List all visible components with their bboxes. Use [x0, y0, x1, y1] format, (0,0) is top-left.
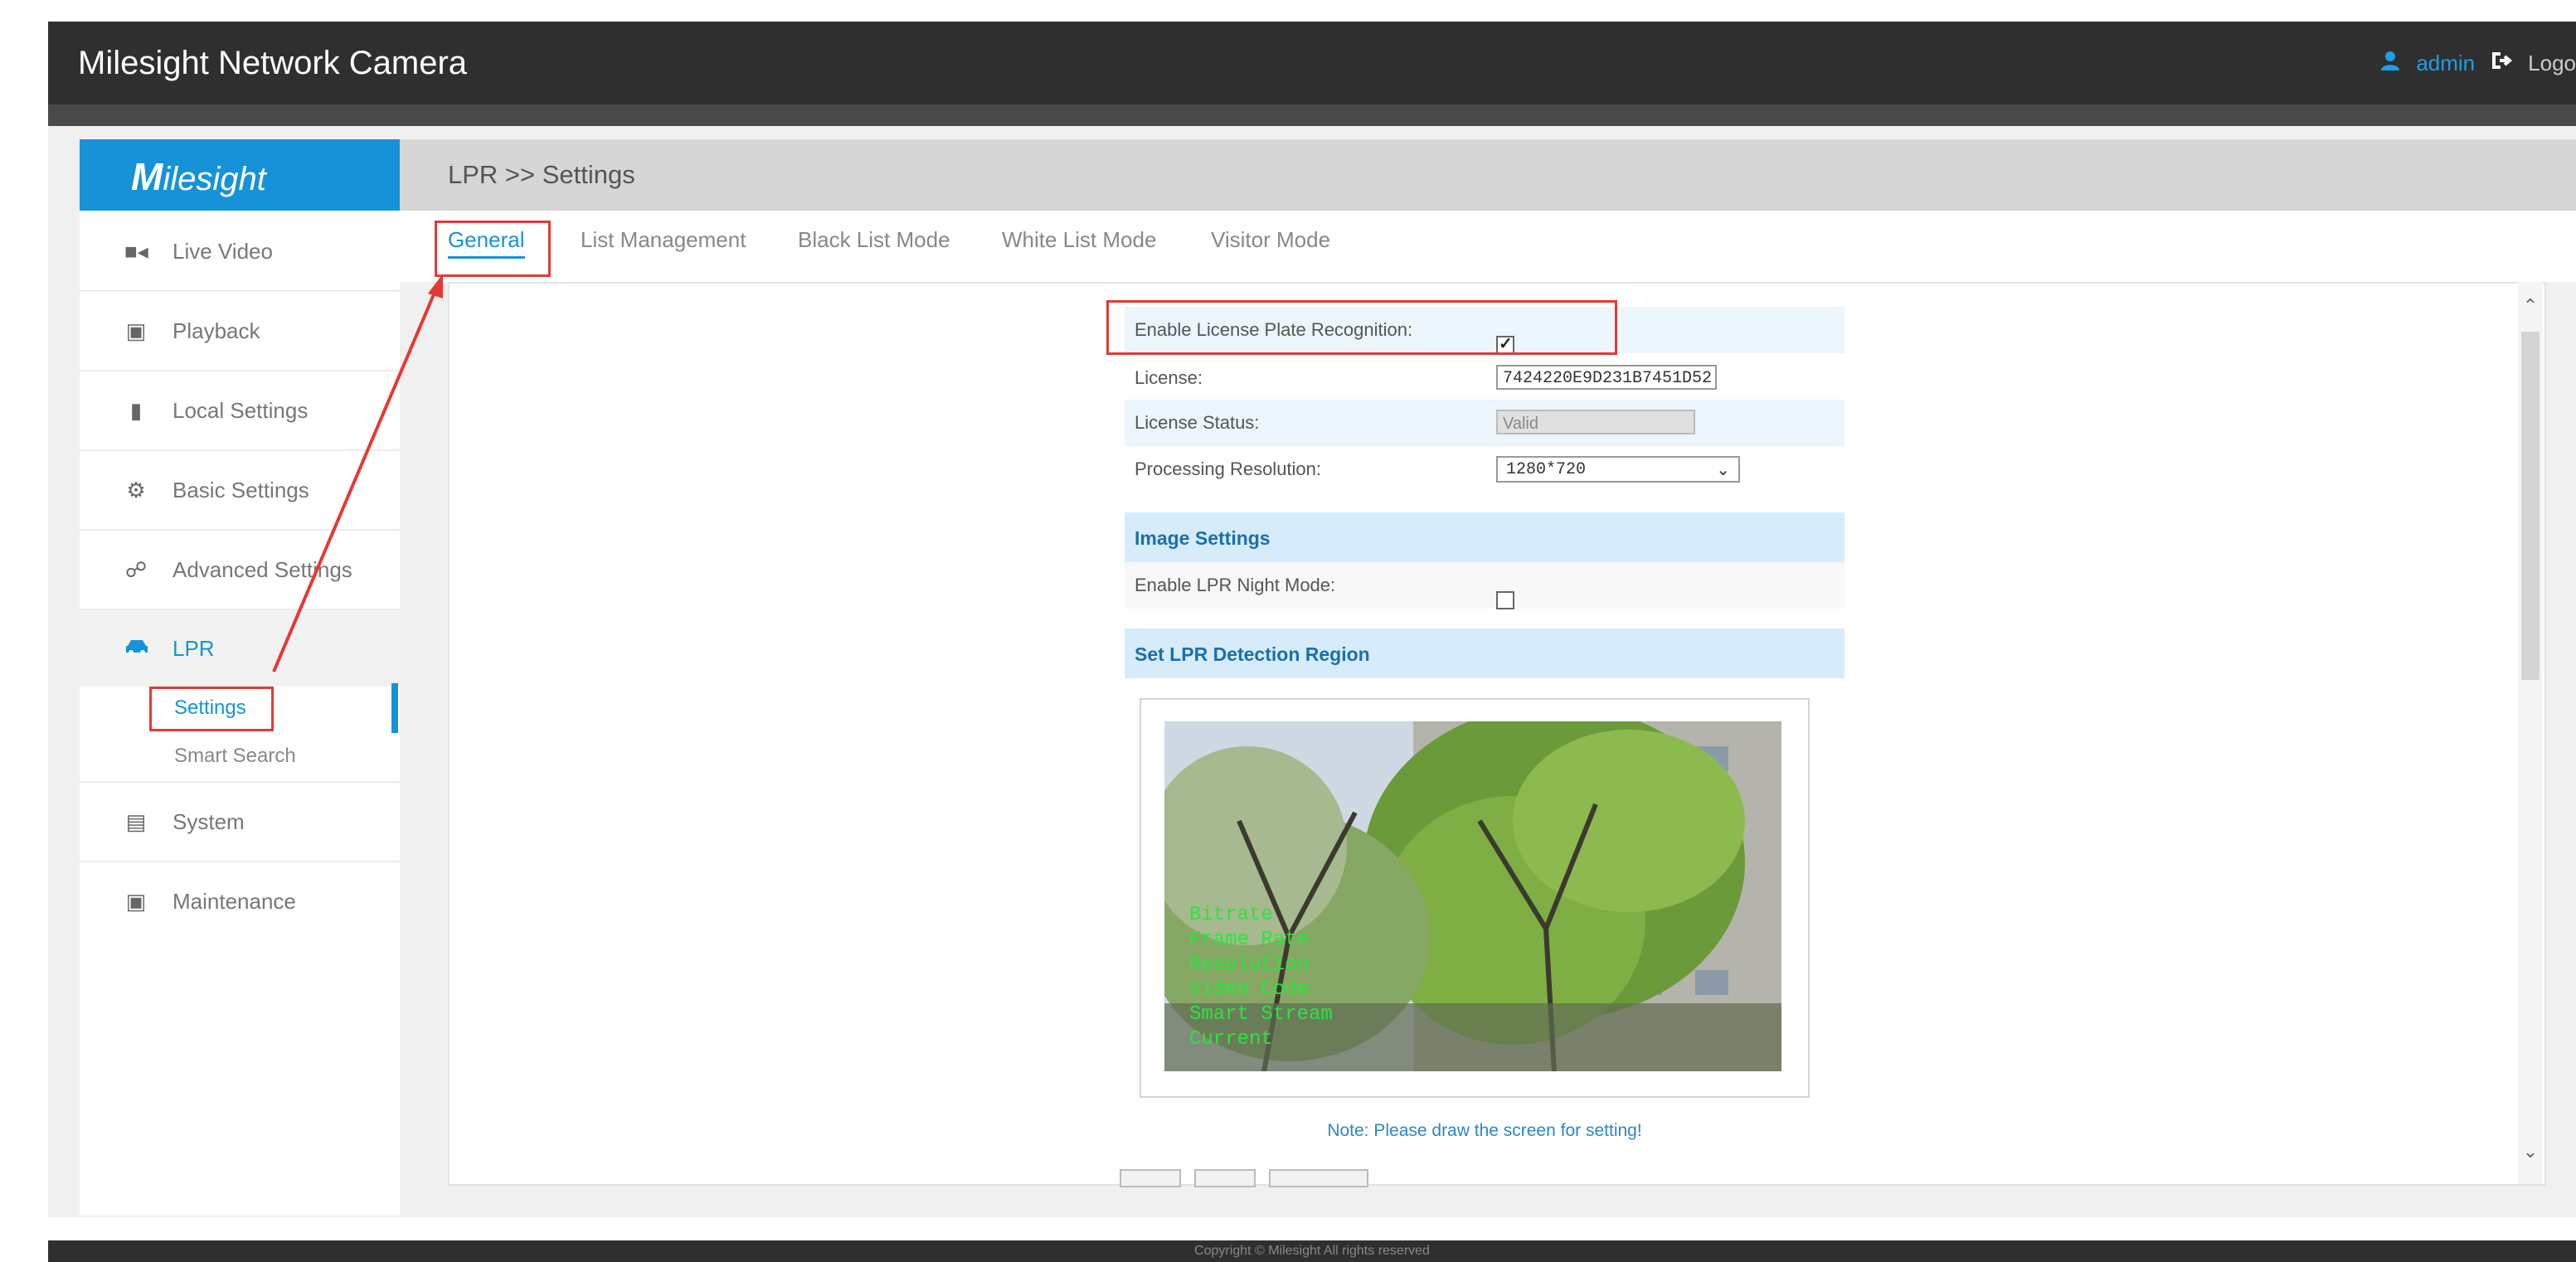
footer: Copyright © Milesight All rights reserve…	[48, 1240, 2576, 1262]
annotation-arrow	[272, 274, 443, 672]
